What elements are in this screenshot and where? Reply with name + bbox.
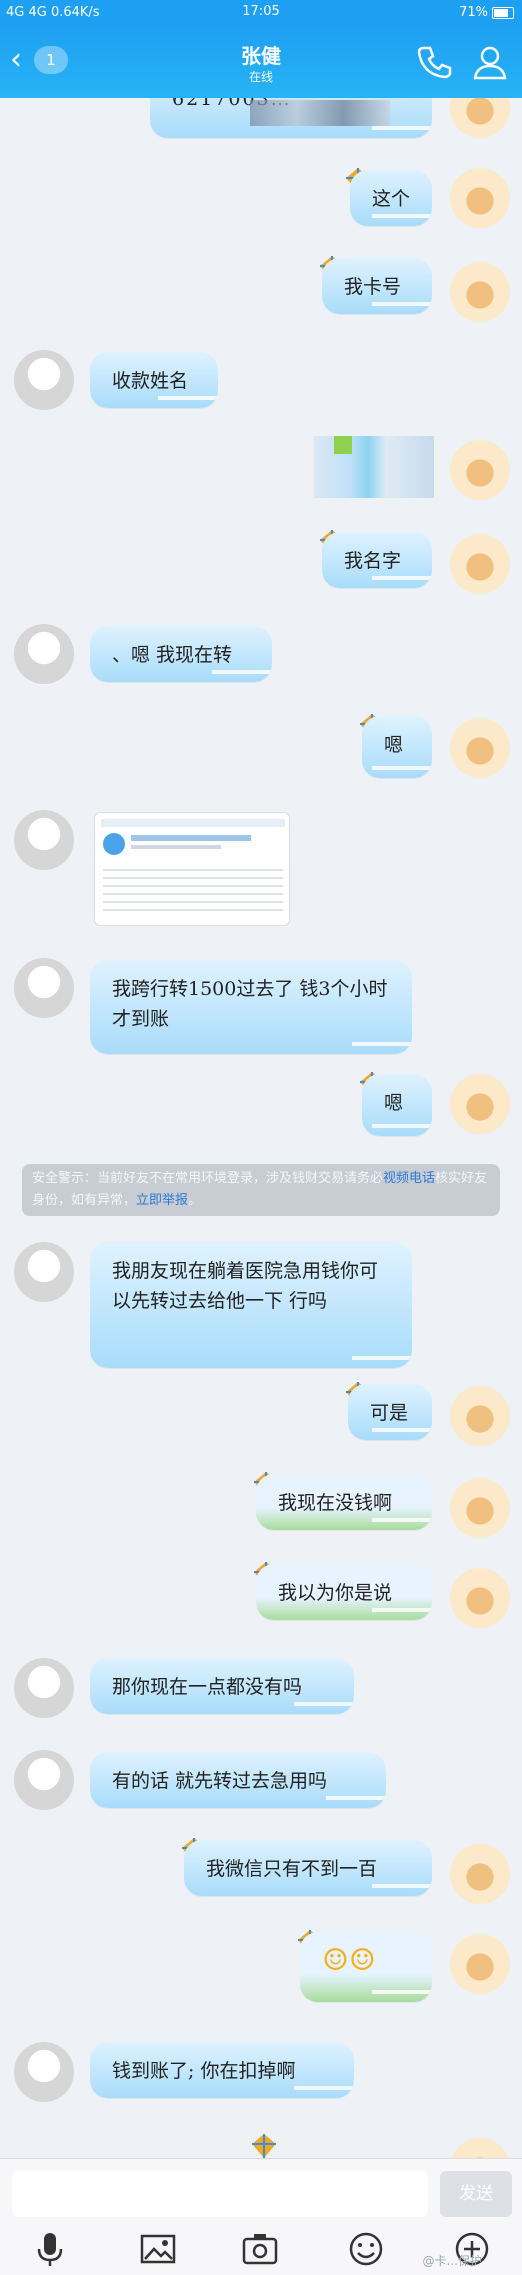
message-bubble-self[interactable]: 我以为你是说 [256,1564,432,1620]
chat-header: ‹ 1 张健 在线 [0,26,522,98]
avatar-self[interactable] [450,1844,510,1904]
message-bubble-self[interactable]: 嗯 [362,716,432,778]
message-bubble-self[interactable]: 我卡号 [322,258,432,314]
message-bubble-friend[interactable]: 那你现在一点都没有吗 [90,1658,354,1714]
message-text: 那你现在一点都没有吗 [112,1676,303,1698]
smile-emoji: ☺☺ [322,1943,376,1978]
send-button[interactable]: 发送 [440,2171,512,2217]
message-text: 嗯 [384,1092,404,1114]
avatar-friend[interactable] [14,1242,74,1302]
message-bubble-friend[interactable]: 我跨行转1500过去了 钱3个小时才到账 [90,960,412,1054]
avatar-friend[interactable] [14,1750,74,1810]
avatar-self[interactable] [450,1934,510,1994]
message-text: 我朋友现在躺着医院急用钱你可以先转过去给他一下 行吗 [112,1260,379,1312]
security-notice: 安全警示：当前好友不在常用环境登录，涉及钱财交易请务必视频电话核实好友身份，如有… [22,1164,500,1216]
watermark: @卡...保护 [422,2254,482,2268]
notice-text: 。 [188,1193,202,1208]
message-text: 我跨行转1500过去了 钱3个小时才到账 [112,978,388,1030]
avatar-self[interactable] [450,1386,510,1446]
message-text: 我微信只有不到一百 [206,1858,378,1880]
image-icon[interactable] [138,2229,178,2269]
message-bubble-friend[interactable]: 有的话 就先转过去急用吗 [90,1752,386,1808]
avatar-self[interactable] [450,168,510,228]
message-bubble-self[interactable]: ☺☺ [300,1932,432,2002]
message-text: 有的话 就先转过去急用吗 [112,1770,328,1792]
battery-icon [492,6,514,19]
message-bubble-self[interactable]: 我微信只有不到一百 [184,1840,432,1896]
message-bubble-self[interactable]: 可是 [348,1384,432,1440]
avatar-friend[interactable] [14,958,74,1018]
phone-icon[interactable] [414,42,454,82]
avatar-friend[interactable] [14,2042,74,2102]
video-call-link[interactable]: 视频电话 [383,1171,435,1186]
notice-text: 安全警示：当前好友不在常用环境登录，涉及钱财交易请务必 [32,1171,384,1186]
message-text: 嗯 [384,734,404,756]
avatar-friend[interactable] [14,350,74,410]
kite-icon [252,2134,276,2158]
avatar-self[interactable] [450,1478,510,1538]
input-bar: 发送 @卡...保护 [0,2158,522,2275]
camera-icon[interactable] [240,2229,280,2269]
message-bubble-friend[interactable]: 钱到账了; 你在扣掉啊 [90,2042,354,2098]
avatar-self[interactable] [450,718,510,778]
avatar-friend[interactable] [14,810,74,870]
avatar-self[interactable] [450,534,510,594]
message-text: 钱到账了; 你在扣掉啊 [112,2060,296,2082]
image-message[interactable] [94,812,290,926]
redaction-blur [250,100,390,126]
avatar-self[interactable] [450,262,510,322]
message-bubble-friend[interactable]: 我朋友现在躺着医院急用钱你可以先转过去给他一下 行吗 [90,1242,412,1368]
avatar-friend[interactable] [14,624,74,684]
message-input[interactable] [12,2171,428,2217]
battery-status: 71% [459,5,514,20]
message-bubble-friend[interactable]: 收款姓名 [90,352,218,408]
status-bar: 4G 4G 0.64K/s 17:05 71% [0,0,522,26]
blurred-image-accent [334,436,352,454]
message-list[interactable]: 6217003… 这个 我卡号 收款姓名 我名字 、嗯 我现在转 嗯 我跨行转1… [0,98,522,2158]
message-bubble-self[interactable]: 我现在没钱啊 [256,1474,432,1530]
avatar-self[interactable] [450,98,510,138]
avatar-friend[interactable] [14,1658,74,1718]
message-bubble-self[interactable]: 嗯 [362,1074,432,1136]
microphone-icon[interactable] [30,2229,70,2269]
avatar-self[interactable] [450,1074,510,1134]
checkmark-icon [103,833,125,855]
avatar-self[interactable] [450,1568,510,1628]
message-bubble-self[interactable]: 这个 [350,170,432,226]
blurred-image[interactable] [314,436,434,498]
avatar-self[interactable] [450,440,510,500]
message-bubble-friend[interactable]: 、嗯 我现在转 [90,626,272,682]
emoji-icon[interactable] [346,2229,386,2269]
report-link[interactable]: 立即举报 [136,1193,188,1208]
profile-icon[interactable] [470,42,510,82]
avatar-self[interactable] [450,2138,510,2158]
clock: 17:05 [242,4,280,19]
message-bubble-self[interactable]: 我名字 [322,532,432,588]
